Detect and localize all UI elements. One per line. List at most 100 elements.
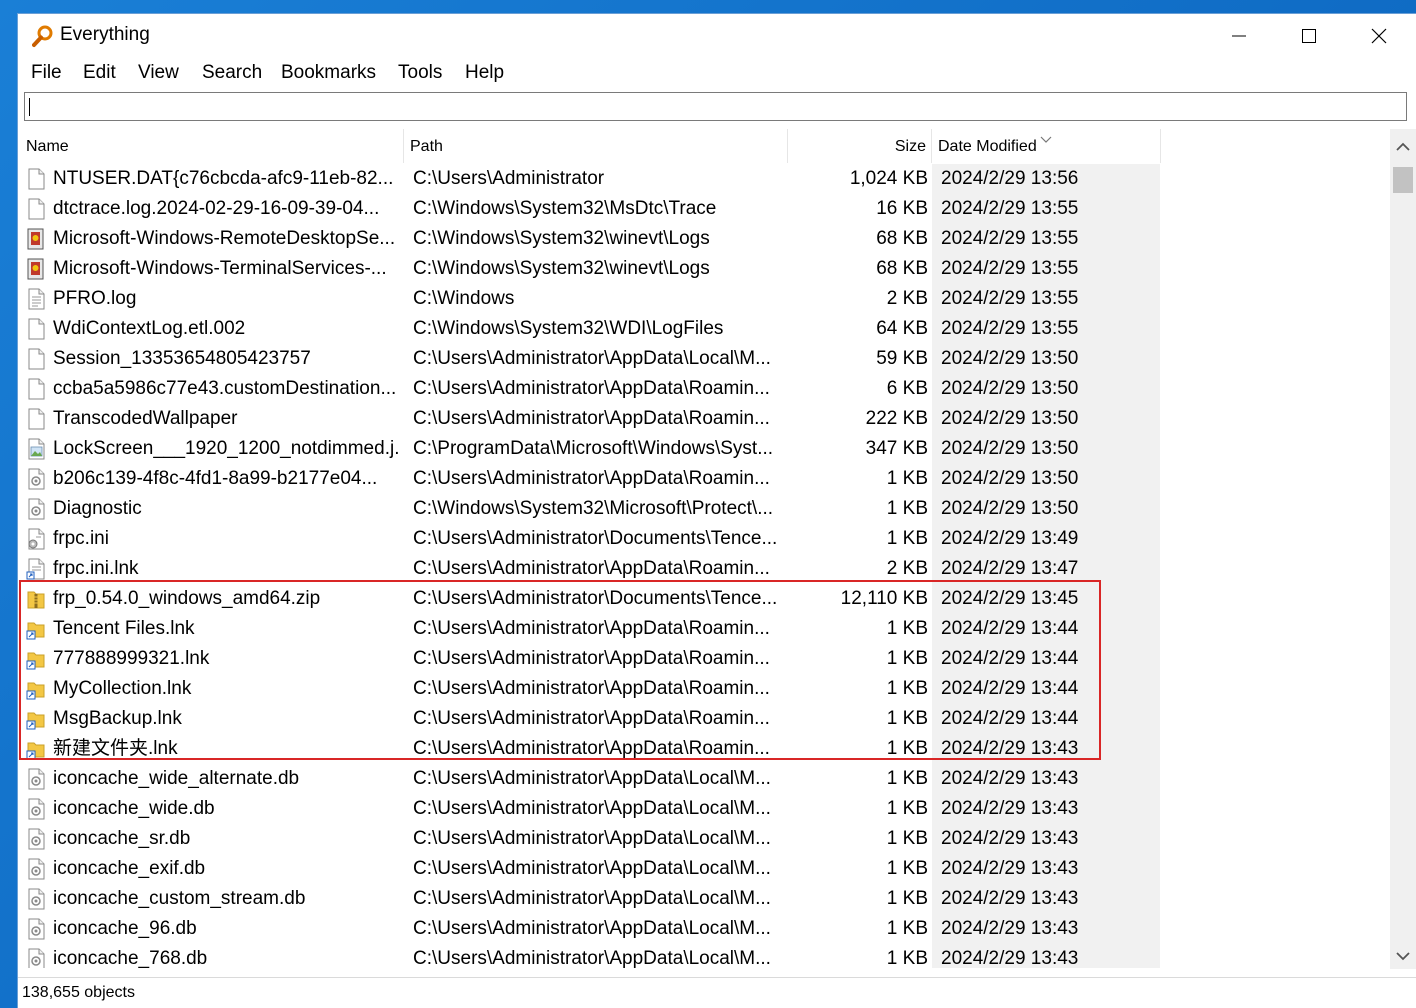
date-modified-cell: 2024/2/29 13:43 [932, 854, 1160, 884]
date-modified-cell: 2024/2/29 13:43 [932, 764, 1160, 794]
table-row[interactable]: MyCollection.lnk C:\Users\Administrator\A… [18, 674, 1388, 704]
file-size-cell: 2 KB [886, 288, 928, 309]
file-size-cell: 2 KB [886, 558, 928, 579]
status-bar: 138,655 objects [18, 977, 1416, 1008]
date-modified-cell: 2024/2/29 13:44 [932, 674, 1160, 704]
menu-bar: File Edit View Search Bookmarks Tools He… [18, 60, 1416, 90]
date-modified-cell: 2024/2/29 13:50 [932, 374, 1160, 404]
menu-file[interactable]: File [31, 62, 62, 84]
file-name-cell: Session_13353654805423757 [53, 348, 311, 369]
table-row[interactable]: 新建文件夹.lnk C:\Users\Administrator\AppData\… [18, 734, 1388, 764]
table-row[interactable]: iconcache_sr.db C:\Users\Administrator\Ap… [18, 824, 1388, 854]
file-path-cell: C:\Users\Administrator\AppData\Roamin... [413, 648, 770, 669]
file-name-cell: NTUSER.DAT{c76cbcda-afc9-11eb-82... [53, 168, 394, 189]
scroll-thumb[interactable] [1393, 167, 1413, 193]
column-divider[interactable] [787, 129, 788, 163]
object-count: 138,655 objects [22, 984, 135, 1001]
table-row[interactable]: iconcache_wide_alternate.db C:\Users\Admi… [18, 764, 1388, 794]
scroll-up-button[interactable] [1390, 133, 1416, 159]
date-modified-cell: 2024/2/29 13:50 [932, 494, 1160, 524]
file-size-cell: 1 KB [886, 738, 928, 759]
menu-tools[interactable]: Tools [398, 62, 442, 84]
date-modified-cell: 2024/2/29 13:50 [932, 464, 1160, 494]
file-name-cell: WdiContextLog.etl.002 [53, 318, 246, 339]
results-list[interactable]: NTUSER.DAT{c76cbcda-afc9-11eb-82... C:\Us… [18, 164, 1388, 968]
table-row[interactable]: NTUSER.DAT{c76cbcda-afc9-11eb-82... C:\Us… [18, 164, 1388, 194]
file-name-cell: PFRO.log [53, 288, 137, 309]
menu-help[interactable]: Help [465, 62, 504, 84]
file-path-cell: C:\Users\Administrator\Documents\Tence..… [413, 528, 778, 549]
scroll-down-button[interactable] [1390, 943, 1416, 969]
column-divider[interactable] [403, 129, 404, 163]
table-row[interactable]: Tencent Files.lnk C:\Users\Administrator\… [18, 614, 1388, 644]
file-size-cell: 12,110 KB [840, 588, 928, 609]
table-row[interactable]: iconcache_wide.db C:\Users\Administrator\… [18, 794, 1388, 824]
table-row[interactable]: frp_0.54.0_windows_amd64.zip C:\Users\Adm… [18, 584, 1388, 614]
table-row[interactable]: Session_13353654805423757 C:\Users\Admini… [18, 344, 1388, 374]
column-header-path[interactable]: Path [410, 129, 443, 163]
search-input[interactable] [24, 92, 1407, 121]
menu-bookmarks[interactable]: Bookmarks [281, 62, 376, 84]
table-row[interactable]: LockScreen___1920_1200_notdimmed.j... C:\… [18, 434, 1388, 464]
table-row[interactable]: b206c139-4f8c-4fd1-8a99-b2177e04... C:\Us… [18, 464, 1388, 494]
table-row[interactable]: Microsoft-Windows-TerminalServices-... C:… [18, 254, 1388, 284]
chevron-up-icon [1396, 142, 1410, 151]
file-size-cell: 1 KB [886, 468, 928, 489]
column-divider[interactable] [931, 129, 932, 163]
table-row[interactable]: Diagnostic C:\Windows\System32\Microsoft\… [18, 494, 1388, 524]
file-size-cell: 1 KB [886, 828, 928, 849]
file-name-cell: iconcache_exif.db [53, 858, 206, 879]
file-icon [26, 314, 48, 344]
table-row[interactable]: frpc.ini C:\Users\Administrator\Documents… [18, 524, 1388, 554]
file-path-cell: C:\Users\Administrator\AppData\Local\M..… [413, 348, 771, 369]
date-modified-cell: 2024/2/29 13:43 [932, 734, 1160, 764]
table-row[interactable]: 777888999321.lnk C:\Users\Administrator\A… [18, 644, 1388, 674]
zip-folder-icon [26, 584, 48, 614]
file-size-cell: 1 KB [886, 948, 928, 968]
table-row[interactable]: iconcache_custom_stream.db C:\Users\Admin… [18, 884, 1388, 914]
file-path-cell: C:\Users\Administrator\AppData\Roamin... [413, 378, 770, 399]
everything-window: Everything File Edit View Search Bookmar… [18, 14, 1416, 1008]
table-row[interactable]: PFRO.log C:\Windows 2 KB 2024/2/29 13:55 [18, 284, 1388, 314]
file-path-cell: C:\Users\Administrator\AppData\Local\M..… [413, 768, 771, 789]
system-file-icon [26, 794, 48, 824]
file-name-cell: iconcache_custom_stream.db [53, 888, 306, 909]
title-bar[interactable]: Everything [18, 14, 1416, 58]
file-size-cell: 1 KB [886, 708, 928, 729]
column-header-name[interactable]: Name [26, 129, 69, 163]
table-row[interactable]: frpc.ini.lnk C:\Users\Administrator\AppDa… [18, 554, 1388, 584]
date-modified-cell: 2024/2/29 13:45 [932, 584, 1160, 614]
date-modified-cell: 2024/2/29 13:43 [932, 944, 1160, 968]
column-header-date-modified[interactable]: Date Modified [938, 129, 1037, 163]
menu-search[interactable]: Search [202, 62, 262, 84]
table-row[interactable]: ccba5a5986c77e43.customDestination... C:\… [18, 374, 1388, 404]
menu-edit[interactable]: Edit [83, 62, 116, 84]
close-button[interactable] [1344, 14, 1414, 58]
date-modified-cell: 2024/2/29 13:55 [932, 284, 1160, 314]
table-row[interactable]: TranscodedWallpaper C:\Users\Administrato… [18, 404, 1388, 434]
file-name-cell: TranscodedWallpaper [53, 408, 238, 429]
config-file-icon [26, 524, 48, 554]
table-row[interactable]: iconcache_96.db C:\Users\Administrator\Ap… [18, 914, 1388, 944]
file-icon [26, 404, 48, 434]
column-divider[interactable] [1160, 129, 1161, 163]
folder-shortcut-icon [26, 614, 48, 644]
file-path-cell: C:\Users\Administrator\AppData\Local\M..… [413, 828, 771, 849]
maximize-button[interactable] [1274, 14, 1344, 58]
file-path-cell: C:\Users\Administrator\AppData\Local\M..… [413, 858, 771, 879]
file-name-cell: iconcache_wide_alternate.db [53, 768, 300, 789]
table-row[interactable]: dtctrace.log.2024-02-29-16-09-39-04... C:… [18, 194, 1388, 224]
file-name-cell: iconcache_96.db [53, 918, 197, 939]
table-row[interactable]: MsgBackup.lnk C:\Users\Administrator\AppD… [18, 704, 1388, 734]
vertical-scrollbar[interactable] [1390, 129, 1416, 969]
menu-view[interactable]: View [138, 62, 179, 84]
table-row[interactable]: iconcache_exif.db C:\Users\Administrator\… [18, 854, 1388, 884]
table-row[interactable]: iconcache_768.db C:\Users\Administrator\A… [18, 944, 1388, 968]
file-path-cell: C:\Windows\System32\MsDtc\Trace [413, 198, 717, 219]
table-row[interactable]: Microsoft-Windows-RemoteDesktopSe... C:\W… [18, 224, 1388, 254]
column-header-size[interactable]: Size [798, 129, 926, 163]
minimize-button[interactable] [1204, 14, 1274, 58]
date-modified-cell: 2024/2/29 13:56 [932, 164, 1160, 194]
table-row[interactable]: WdiContextLog.etl.002 C:\Windows\System32… [18, 314, 1388, 344]
file-path-cell: C:\Users\Administrator\AppData\Roamin... [413, 618, 770, 639]
